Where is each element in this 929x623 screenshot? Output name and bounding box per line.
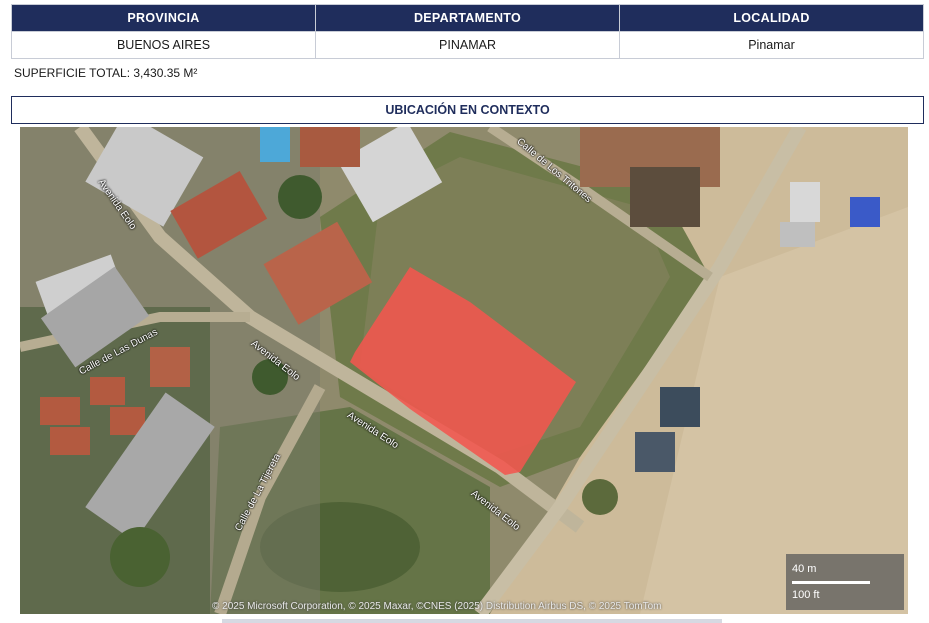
location-table: PROVINCIA DEPARTAMENTO LOCALIDAD BUENOS … [11, 4, 924, 59]
context-map[interactable]: Avenida Eolo Avenida Eolo Avenida Eolo A… [20, 127, 908, 614]
header-provincia: PROVINCIA [11, 4, 316, 32]
cell-localidad: Pinamar [619, 31, 924, 59]
context-section-title: UBICACIÓN EN CONTEXTO [11, 96, 924, 124]
map-attribution: © 2025 Microsoft Corporation, © 2025 Max… [212, 601, 662, 612]
cell-provincia: BUENOS AIRES [11, 31, 316, 59]
scale-metric-label: 40 m [792, 563, 817, 575]
satellite-imagery [20, 127, 908, 614]
cell-departamento: PINAMAR [315, 31, 620, 59]
scale-bar [792, 583, 870, 584]
map-scale: 40 m 100 ft [786, 554, 904, 610]
table-header-row: PROVINCIA DEPARTAMENTO LOCALIDAD [11, 4, 924, 32]
header-departamento: DEPARTAMENTO [315, 4, 620, 32]
scale-imperial-label: 100 ft [792, 589, 820, 601]
header-localidad: LOCALIDAD [619, 4, 924, 32]
table-row: BUENOS AIRES PINAMAR Pinamar [11, 31, 924, 59]
next-section-edge [222, 619, 722, 623]
total-surface: SUPERFICIE TOTAL: 3,430.35 M² [14, 66, 198, 80]
